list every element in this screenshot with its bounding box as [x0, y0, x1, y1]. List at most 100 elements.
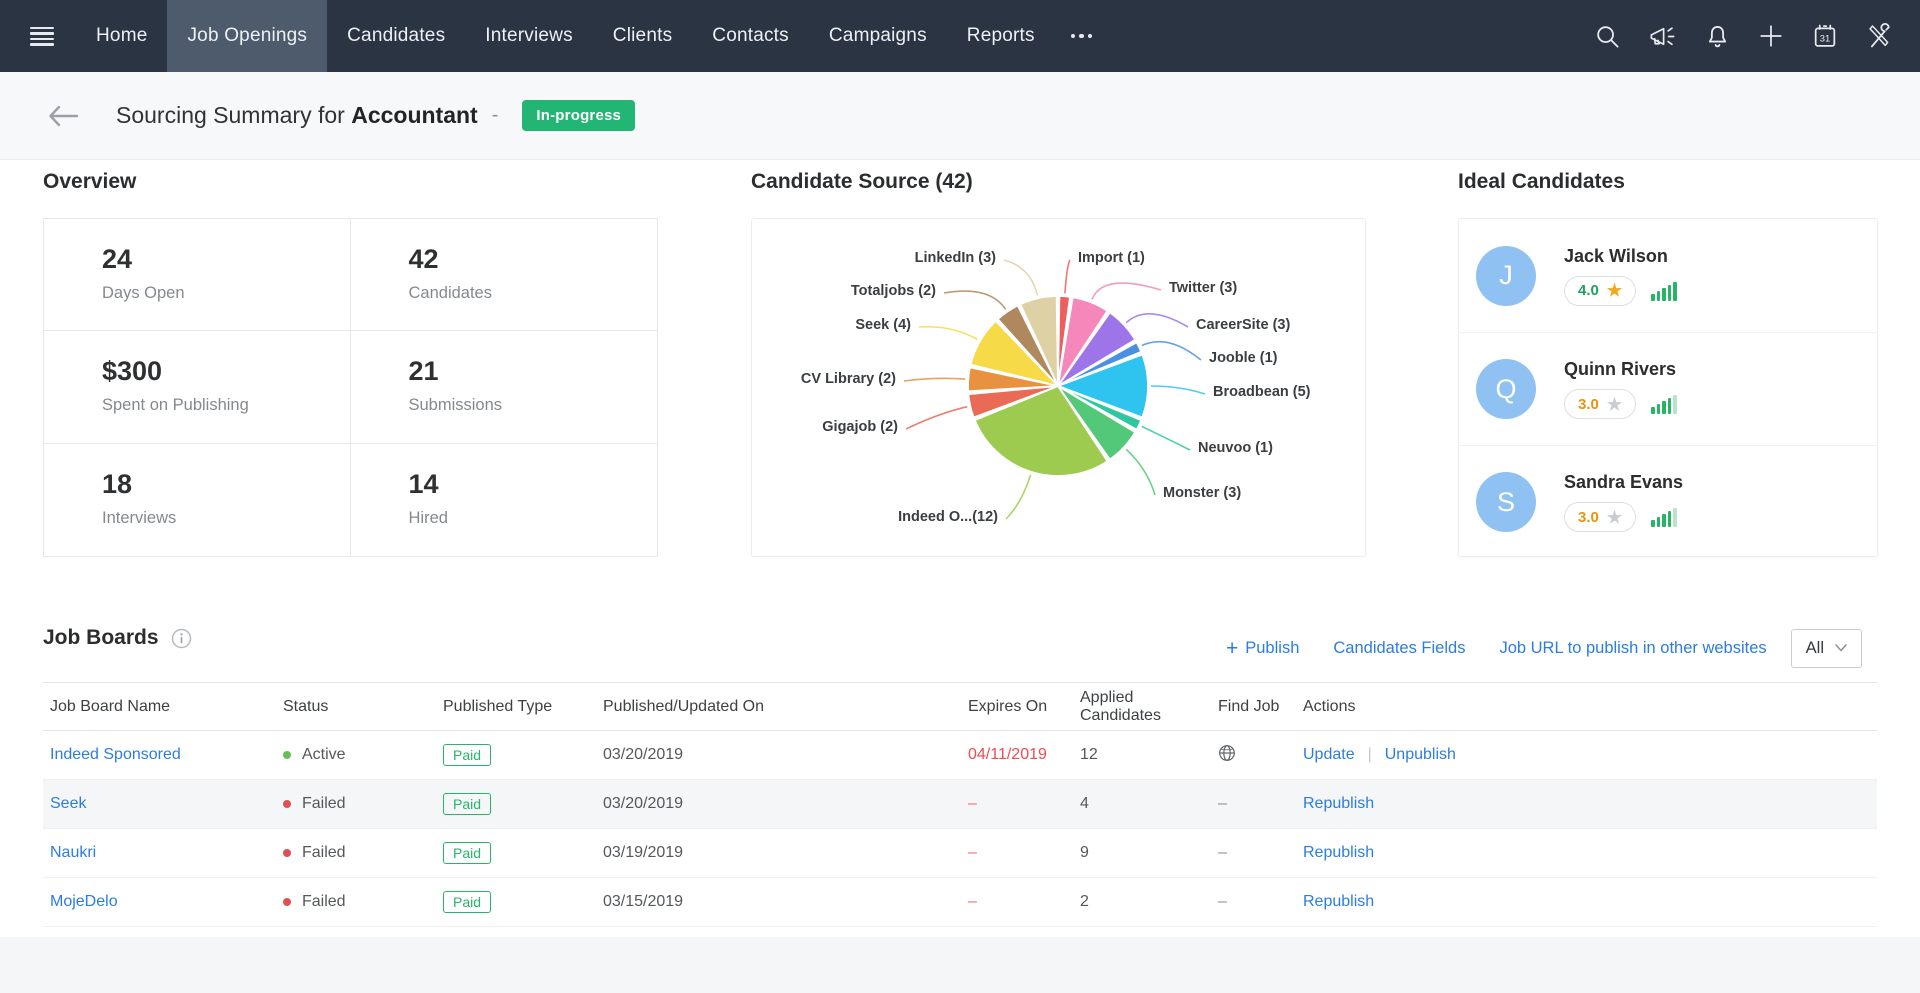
pie-label-Totaljobs: Totaljobs (2) [851, 283, 936, 299]
pie-label-Broadbean: Broadbean (5) [1213, 384, 1311, 400]
republish-link[interactable]: Republish [1303, 844, 1374, 861]
nav-item-clients[interactable]: Clients [593, 0, 692, 72]
page-header: Sourcing Summary for Accountant - In-pro… [0, 72, 1920, 160]
find-job-empty: – [1218, 844, 1303, 862]
megaphone-icon[interactable] [1648, 23, 1677, 50]
job-board-link[interactable]: Naukri [50, 844, 96, 861]
stat-value: 21 [409, 356, 658, 387]
plus-icon[interactable] [1758, 23, 1784, 49]
footer-strip [0, 937, 1920, 993]
table-header-row: Job Board Name Status Published Type Pub… [43, 682, 1877, 731]
update-link[interactable]: Update [1303, 746, 1355, 763]
stat-hired: 14 Hired [351, 444, 658, 556]
ideal-candidate-row[interactable]: Q Quinn Rivers 3.0 ★ [1459, 332, 1877, 445]
rating-value: 3.0 [1578, 509, 1599, 526]
search-icon[interactable] [1594, 23, 1621, 50]
pie-label-CV Library: CV Library (2) [801, 371, 896, 387]
nav-item-interviews[interactable]: Interviews [465, 0, 593, 72]
col-find-job: Find Job [1218, 698, 1303, 716]
status-badge: In-progress [522, 100, 635, 131]
info-icon[interactable] [171, 628, 192, 649]
pie-leader-LinkedIn [1004, 260, 1037, 295]
status-dot [283, 751, 291, 759]
job-name: Accountant [351, 102, 478, 128]
chevron-down-icon [1835, 644, 1847, 652]
job-boards-table: Job Board Name Status Published Type Pub… [43, 682, 1877, 927]
col-job-board-name: Job Board Name [50, 698, 283, 716]
pie-leader-Gigajob [906, 407, 967, 429]
nav-items: Home Job Openings Candidates Interviews … [76, 0, 1108, 72]
hamburger-icon[interactable] [30, 27, 54, 46]
candidate-source-pie-chart[interactable]: Import (1)Twitter (3)CareerSite (3)Joobl… [752, 219, 1365, 556]
status-text: Active [302, 746, 346, 764]
nav-icon-bar: 31 [1594, 0, 1920, 72]
table-row: MojeDelo Failed Paid 03/15/2019 – 2 – Re… [43, 878, 1877, 927]
job-boards-toolbar: +Publish Candidates Fields Job URL to pu… [1226, 628, 1862, 668]
bell-icon[interactable] [1704, 23, 1731, 50]
expires-on: 04/11/2019 [968, 746, 1080, 764]
nav-item-campaigns[interactable]: Campaigns [809, 0, 947, 72]
star-icon: ★ [1607, 509, 1622, 526]
publish-button[interactable]: +Publish [1226, 638, 1299, 659]
published-on: 03/15/2019 [603, 893, 968, 911]
pie-label-Import: Import (1) [1078, 250, 1145, 266]
plus-icon: + [1226, 638, 1238, 659]
unpublish-link[interactable]: Unpublish [1385, 746, 1456, 763]
star-icon: ★ [1607, 396, 1622, 413]
pie-leader-Broadbean [1151, 386, 1205, 394]
table-row: Indeed Sponsored Active Paid 03/20/2019 … [43, 731, 1877, 780]
republish-link[interactable]: Republish [1303, 795, 1374, 812]
job-url-link[interactable]: Job URL to publish in other websites [1499, 639, 1766, 658]
job-board-link[interactable]: MojeDelo [50, 893, 118, 910]
actions-cell: Republish [1303, 795, 1877, 813]
pie-leader-Seek [919, 327, 978, 340]
nav-item-candidates[interactable]: Candidates [327, 0, 465, 72]
more-icon[interactable] [1055, 0, 1109, 72]
stat-label: Hired [409, 509, 658, 528]
table-row: Naukri Failed Paid 03/19/2019 – 9 – Repu… [43, 829, 1877, 878]
rating-pill: 3.0 ★ [1564, 502, 1636, 532]
rating-value: 3.0 [1578, 396, 1599, 413]
nav-item-job-openings[interactable]: Job Openings [167, 0, 327, 72]
pie-leader-Twitter [1092, 283, 1161, 299]
ideal-candidates-title: Ideal Candidates [1458, 170, 1625, 194]
pie-label-Gigajob: Gigajob (2) [822, 419, 898, 435]
candidates-fields-link[interactable]: Candidates Fields [1333, 639, 1465, 658]
actions-cell: Republish [1303, 893, 1877, 911]
pie-leader-Monster [1126, 449, 1155, 495]
signal-bars-icon [1651, 281, 1677, 301]
nav-item-home[interactable]: Home [76, 0, 167, 72]
svg-text:31: 31 [1820, 33, 1830, 43]
pie-label-Monster: Monster (3) [1163, 485, 1241, 501]
rating-pill: 4.0 ★ [1564, 276, 1636, 306]
stat-submissions: 21 Submissions [351, 331, 658, 443]
tools-icon[interactable] [1866, 22, 1894, 50]
nav-item-contacts[interactable]: Contacts [692, 0, 809, 72]
status-dot [283, 800, 291, 808]
globe-icon[interactable] [1218, 744, 1236, 762]
pie-leader-Totaljobs [944, 291, 1006, 309]
job-boards-title: Job Boards [43, 626, 159, 650]
actions-cell: Republish [1303, 844, 1877, 862]
calendar-icon[interactable]: 31 [1811, 22, 1839, 50]
pie-label-Neuvoo: Neuvoo (1) [1198, 440, 1273, 456]
filter-dropdown[interactable]: All [1791, 629, 1862, 668]
col-actions: Actions [1303, 698, 1877, 716]
job-board-link[interactable]: Indeed Sponsored [50, 746, 181, 763]
expires-on: – [968, 795, 1080, 813]
back-arrow-icon[interactable] [46, 103, 80, 129]
overview-grid: 24 Days Open 42 Candidates $300 Spent on… [43, 218, 658, 557]
stat-label: Interviews [102, 509, 350, 528]
nav-item-reports[interactable]: Reports [947, 0, 1055, 72]
candidate-name[interactable]: Jack Wilson [1564, 246, 1677, 267]
candidate-name[interactable]: Quinn Rivers [1564, 359, 1677, 380]
ideal-candidate-row[interactable]: J Jack Wilson 4.0 ★ [1459, 219, 1877, 332]
republish-link[interactable]: Republish [1303, 893, 1374, 910]
candidate-name[interactable]: Sandra Evans [1564, 472, 1683, 493]
job-board-link[interactable]: Seek [50, 795, 86, 812]
page-title: Sourcing Summary for Accountant [116, 102, 478, 129]
title-separator: - [492, 104, 499, 127]
pie-label-CareerSite: CareerSite (3) [1196, 317, 1290, 333]
published-on: 03/20/2019 [603, 795, 968, 813]
ideal-candidate-row[interactable]: S Sandra Evans 3.0 ★ [1459, 445, 1877, 558]
